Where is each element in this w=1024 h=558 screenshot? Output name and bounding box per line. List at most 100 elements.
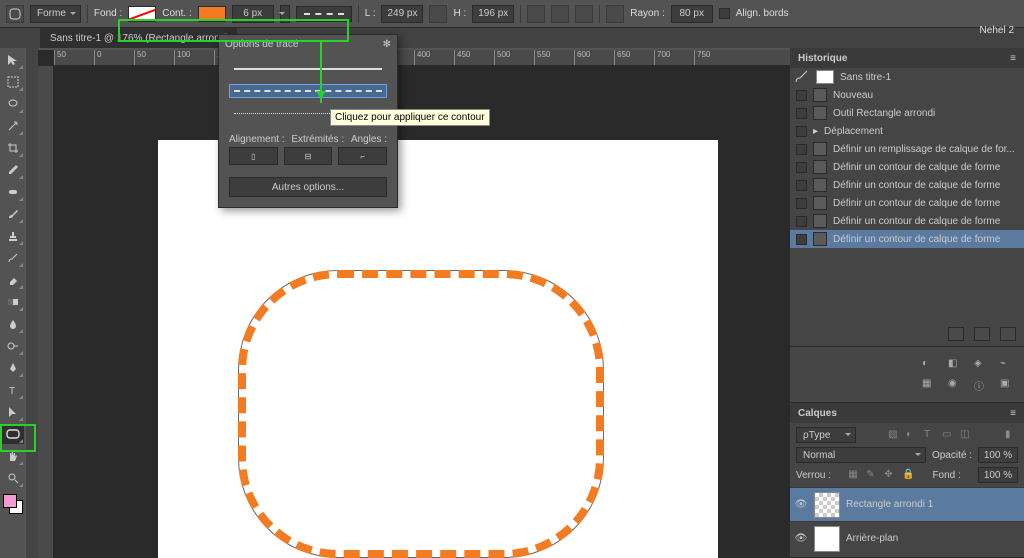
stroke-more-options-button[interactable]: Autres options... (229, 177, 387, 197)
info-icon[interactable]: ⓘ (974, 378, 990, 392)
filter-type-icon[interactable]: T (924, 429, 937, 442)
navigator-icon[interactable]: ▣ (1000, 378, 1016, 392)
history-step-checkbox[interactable] (796, 234, 807, 245)
stroke-width-field[interactable]: 6 px (232, 5, 274, 23)
stroke-swatch[interactable] (198, 6, 226, 22)
stroke-corners-select[interactable]: ⌐ (338, 147, 387, 165)
lock-all-icon[interactable]: 🔒 (902, 469, 915, 482)
history-step-checkbox[interactable] (796, 108, 807, 119)
color-icon[interactable]: ◉ (948, 378, 964, 392)
filter-smart-icon[interactable]: ◫ (960, 429, 973, 442)
history-step-checkbox[interactable] (796, 180, 807, 191)
color-swatches[interactable] (3, 494, 23, 514)
stroke-caps-select[interactable]: ⊟ (284, 147, 333, 165)
swatches-icon[interactable]: ▦ (922, 378, 938, 392)
filter-shape-icon[interactable]: ▭ (942, 429, 955, 442)
path-select-tool[interactable] (2, 402, 24, 422)
blend-mode-combo[interactable]: Normal (796, 447, 926, 463)
stroke-align-select[interactable]: ▯ (229, 147, 278, 165)
layers-panel-title[interactable]: Calques (798, 408, 837, 419)
width-field[interactable]: 249 px (381, 5, 423, 23)
brush-tool[interactable] (2, 204, 24, 224)
history-camera-icon[interactable] (948, 327, 964, 341)
history-step[interactable]: Définir un remplissage de calque de for.… (790, 140, 1024, 158)
history-step[interactable]: Nouveau (790, 86, 1024, 104)
eraser-tool[interactable] (2, 270, 24, 290)
history-step-checkbox[interactable] (796, 162, 807, 173)
history-panel-title[interactable]: Historique (798, 53, 847, 64)
eyedropper-tool[interactable] (2, 160, 24, 180)
popup-gear-icon[interactable]: ✻ (383, 39, 391, 50)
height-field[interactable]: 196 px (472, 5, 514, 23)
lasso-tool[interactable] (2, 94, 24, 114)
gear-icon[interactable] (606, 5, 624, 23)
link-wh-icon[interactable] (429, 5, 447, 23)
gradient-tool[interactable] (2, 292, 24, 312)
dodge-tool[interactable] (2, 336, 24, 356)
panel-menu-icon[interactable]: ≡ (1010, 53, 1016, 64)
filter-pixel-icon[interactable]: ▧ (888, 429, 901, 442)
history-step-checkbox[interactable] (796, 144, 807, 155)
rounded-rectangle-tool[interactable] (2, 424, 24, 444)
align-edges-checkbox[interactable] (719, 8, 730, 19)
history-step-checkbox[interactable] (796, 126, 807, 137)
layer-name[interactable]: Arrière-plan (846, 533, 898, 544)
history-step[interactable]: Définir un contour de calque de forme (790, 230, 1024, 248)
history-step[interactable]: Outil Rectangle arrondi (790, 104, 1024, 122)
zoom-tool[interactable] (2, 468, 24, 488)
history-step[interactable]: Définir un contour de calque de forme (790, 176, 1024, 194)
path-ops-icon[interactable] (575, 5, 593, 23)
history-step-checkbox[interactable] (796, 90, 807, 101)
pen-tool[interactable] (2, 358, 24, 378)
filter-adjust-icon[interactable]: ◐ (906, 429, 919, 442)
stroke-width-dropdown[interactable] (280, 5, 290, 23)
channels-icon[interactable]: ◈ (974, 358, 990, 372)
filter-toggle[interactable]: ▮ (1005, 429, 1018, 442)
lock-paint-icon[interactable]: ✎ (866, 469, 879, 482)
blur-tool[interactable] (2, 314, 24, 334)
lock-move-icon[interactable]: ✥ (884, 469, 897, 482)
wand-tool[interactable] (2, 116, 24, 136)
visibility-icon[interactable]: 👁 (794, 499, 808, 510)
shape-rounded-rectangle[interactable] (238, 270, 604, 558)
panel-menu-icon[interactable]: ≡ (1010, 408, 1016, 419)
visibility-icon[interactable]: 👁 (794, 533, 808, 544)
stamp-tool[interactable] (2, 226, 24, 246)
history-snapshot-row[interactable]: Sans titre-1 (790, 68, 1024, 86)
opacity-field[interactable]: 100 % (978, 447, 1018, 463)
layer-filter-combo[interactable]: ρ Type (796, 427, 856, 443)
paths-icon[interactable]: ⌁ (1000, 358, 1016, 372)
history-step[interactable]: Définir un contour de calque de forme (790, 158, 1024, 176)
document-tab[interactable]: Sans titre-1 @ 176% (Rectangle arrondi (40, 28, 237, 48)
shape-mode-combo[interactable]: Forme (30, 5, 81, 23)
history-step-checkbox[interactable] (796, 198, 807, 209)
radius-field[interactable]: 80 px (671, 5, 713, 23)
history-step-checkbox[interactable] (796, 216, 807, 227)
layer-row[interactable]: 👁 Rectangle arrondi 1 (790, 487, 1024, 521)
crop-tool[interactable] (2, 138, 24, 158)
stroke-style-picker[interactable] (296, 6, 352, 22)
history-step[interactable]: Définir un contour de calque de forme (790, 194, 1024, 212)
adjustments-icon[interactable]: ◐ (922, 358, 938, 372)
path-arrange-icon[interactable] (551, 5, 569, 23)
history-step[interactable]: Définir un contour de calque de forme (790, 212, 1024, 230)
history-step[interactable]: ▸Déplacement (790, 122, 1024, 140)
layer-row[interactable]: 👁 Arrière-plan (790, 521, 1024, 555)
fill-swatch[interactable] (128, 6, 156, 22)
type-tool[interactable]: T (2, 380, 24, 400)
stroke-option-solid[interactable] (229, 62, 387, 76)
path-align-icon[interactable] (527, 5, 545, 23)
lock-trans-icon[interactable]: ▦ (848, 469, 861, 482)
marquee-tool[interactable] (2, 72, 24, 92)
styles-icon[interactable]: ◧ (948, 358, 964, 372)
workspace-label[interactable]: Nehel 2 (980, 25, 1014, 36)
hand-tool[interactable] (2, 446, 24, 466)
stroke-option-dashed[interactable] (229, 84, 387, 98)
move-tool[interactable] (2, 50, 24, 70)
heal-tool[interactable] (2, 182, 24, 202)
history-trash-icon[interactable] (1000, 327, 1016, 341)
history-new-icon[interactable] (974, 327, 990, 341)
history-brush-tool[interactable] (2, 248, 24, 268)
layer-name[interactable]: Rectangle arrondi 1 (846, 499, 933, 510)
layer-fill-field[interactable]: 100 % (978, 467, 1018, 483)
